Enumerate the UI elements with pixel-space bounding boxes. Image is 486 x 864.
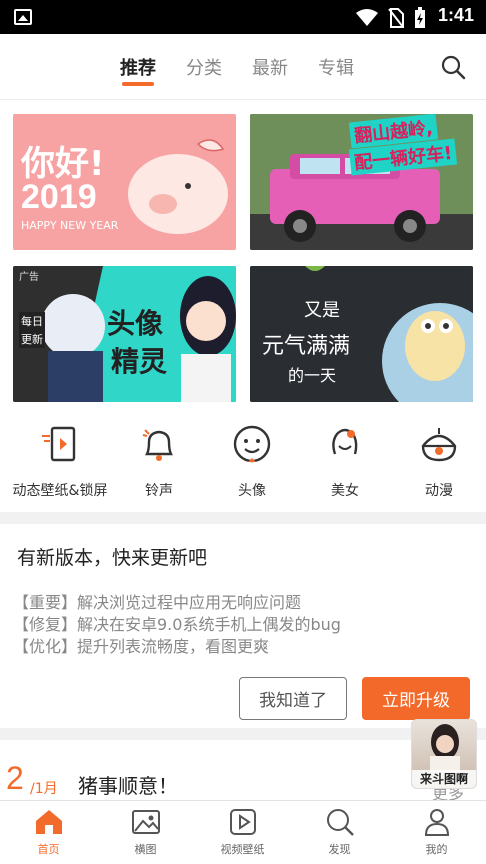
banner-corner-tag: 广告 [19, 272, 39, 283]
banner-breakfast-line1: 又是 [304, 300, 340, 321]
nav-video-wallpaper[interactable]: 视频壁纸 [194, 807, 291, 857]
tab-latest[interactable]: 最新 [252, 54, 288, 84]
profile-icon [424, 809, 449, 836]
category-label: 动态壁纸&锁屏 [12, 483, 108, 499]
floating-ad-caption: 来斗图啊 [412, 770, 476, 788]
face-icon [233, 425, 271, 463]
anime-icon [421, 428, 457, 462]
bell-icon [142, 429, 173, 461]
banner-avatar-line2: 精灵 [111, 345, 168, 378]
status-icons [356, 7, 426, 29]
category-live-wallpaper[interactable]: 动态壁纸&锁屏 [5, 420, 115, 500]
nav-landscape[interactable]: 横图 [97, 807, 194, 857]
update-note: 【优化】提升列表流畅度，看图更爽 [13, 637, 270, 656]
battery-charging-icon [415, 7, 425, 28]
girl-icon [332, 428, 358, 455]
banner-avatar[interactable]: 广告 每日 更新 头像 精灵 [13, 266, 236, 402]
nav-label: 视频壁纸 [220, 843, 265, 856]
gallery-notification-icon [14, 9, 32, 25]
banner-year: 2019 [21, 178, 97, 216]
nav-home[interactable]: 首页 [0, 807, 97, 857]
floating-ad[interactable]: 来斗图啊 [411, 719, 477, 789]
tab-category[interactable]: 分类 [186, 54, 222, 84]
category-label: 动漫 [425, 483, 453, 499]
section-divider [0, 512, 486, 524]
video-icon [229, 809, 256, 835]
bottom-navigation: 首页 横图 视频壁纸 发现 我的 [0, 800, 486, 864]
tab-recommend[interactable]: 推荐 [120, 54, 156, 86]
banner-new-year[interactable]: 你好! 2019 HAPPY NEW YEAR [13, 114, 236, 250]
update-title: 有新版本，快来更新吧 [17, 547, 208, 569]
category-anime[interactable]: 动漫 [384, 420, 486, 500]
no-sim-icon [388, 8, 404, 28]
discover-icon [326, 809, 354, 836]
clock: 1:41 [437, 5, 474, 25]
dismiss-button[interactable]: 我知道了 [239, 677, 347, 720]
banner-breakfast-line2: 元气满满 [262, 334, 351, 359]
category-tabs: 推荐 分类 最新 专辑 [120, 54, 354, 86]
image-icon [131, 810, 160, 834]
wifi-icon [356, 9, 378, 26]
banner-subtitle: HAPPY NEW YEAR [21, 219, 119, 232]
update-note: 【重要】解决浏览过程中应用无响应问题 [13, 593, 302, 612]
nav-discover[interactable]: 发现 [291, 807, 388, 857]
tab-album[interactable]: 专辑 [318, 54, 354, 84]
banner-avatar-line1: 头像 [107, 307, 164, 340]
live-wallpaper-icon [42, 426, 76, 462]
banner-car[interactable]: 翻山越岭, 配一辆好车! [250, 114, 473, 250]
banner-breakfast[interactable]: 又是 元气满满 的一天 [250, 266, 473, 402]
daily-tag-1: 每日 [19, 312, 45, 330]
top-navigation: 推荐 分类 最新 专辑 [0, 34, 486, 100]
daily-tag-2: 更新 [19, 330, 45, 348]
nav-label: 我的 [425, 843, 448, 856]
update-note: 【修复】解决在安卓9.0系统手机上偶发的bug [13, 615, 341, 634]
search-icon[interactable] [440, 54, 466, 80]
ad-photo [430, 724, 460, 772]
nav-label: 发现 [328, 843, 351, 856]
upgrade-now-button[interactable]: 立即升级 [362, 677, 470, 720]
nav-profile[interactable]: 我的 [388, 807, 485, 857]
nav-label: 横图 [134, 843, 157, 856]
feed-date-month: /1月 [30, 781, 58, 797]
nav-label: 首页 [37, 843, 60, 856]
category-shortcuts: 动态壁纸&锁屏 铃声 头像 美女 动漫 [0, 420, 486, 508]
feed-title: 猪事顺意！ [78, 774, 178, 798]
banner-breakfast-line3: 的一天 [288, 366, 337, 385]
status-bar: 1:41 [0, 0, 486, 34]
feed-date-day: 2 [6, 760, 24, 796]
home-icon [35, 810, 62, 834]
